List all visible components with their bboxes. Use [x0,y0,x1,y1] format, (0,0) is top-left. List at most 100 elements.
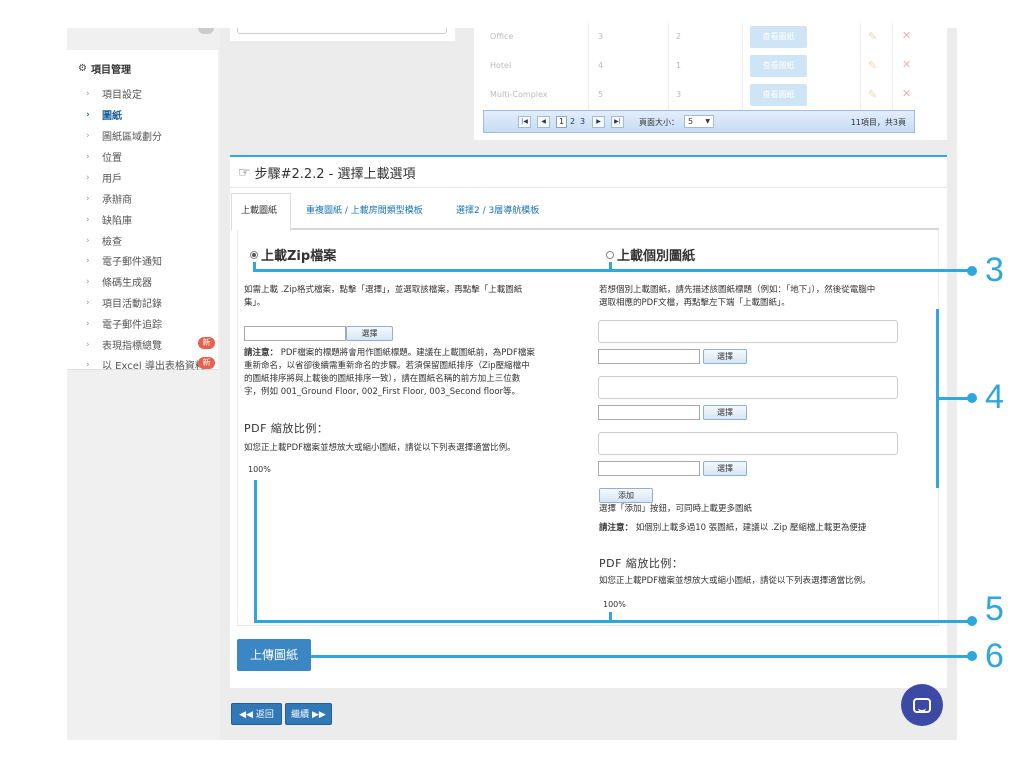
sidebar-item-inspections[interactable]: › 檢查 [86,233,122,249]
first-page-icon[interactable]: |◀ [518,116,531,128]
edit-pencil-icon[interactable]: ✎ [868,30,877,43]
zip-scale-title: PDF 縮放比例： [244,422,329,435]
callout-dot [967,393,977,403]
sidebar-item-users[interactable]: › 用戶 [86,170,122,186]
sidebar-item-email-tracking[interactable]: › 電子郵件追踪 [86,316,162,332]
single-note: 請注意： 如個別上載多過10 張圖紙，建議以 .Zip 壓縮檔上載更為便捷 [599,523,867,533]
edit-pencil-icon[interactable]: ✎ [868,59,877,72]
chevron-right-icon: › [86,151,90,162]
single-radio[interactable] [606,250,614,259]
sidebar-section-header[interactable]: ⚙ 項目管理 [78,61,131,76]
drawing-title-input-3[interactable] [598,432,898,455]
page-3-link[interactable]: 3 [580,117,585,126]
table-cell: 2 [676,32,682,41]
drawing-choose-button-2[interactable]: 選擇 [703,405,747,420]
sidebar-item-project-settings[interactable]: › 項目設定 [86,86,142,102]
zip-scale-select[interactable]: 100% [248,465,271,474]
sidebar-item-barcode-generator[interactable]: › 條碼生成器 [86,274,152,290]
zip-choose-button[interactable]: 選擇 [346,326,393,341]
page-1-button[interactable]: 1 [556,116,567,128]
zip-note: 請注意： PDF檔案的標題將會用作圖紙標題。建議在上載圖紙前，為PDF檔案 重新… [244,348,535,397]
table-cell: 3 [676,90,682,99]
chat-icon [913,697,931,713]
delete-x-icon[interactable]: ✕ [902,29,911,42]
edit-pencil-icon[interactable]: ✎ [868,88,877,101]
drawing-choose-button-1[interactable]: 選擇 [703,349,747,364]
drawing-file-field-1[interactable] [598,349,700,364]
sidebar-item-excel-export[interactable]: › 以 Excel 導出表格資料 [86,357,205,373]
page-2-link[interactable]: 2 [570,117,575,126]
single-scale-title: PDF 縮放比例： [599,557,684,570]
drawing-file-field-3[interactable] [598,461,700,476]
callout-5: 5 [985,590,1004,628]
back-button[interactable]: ◀◀ 返回 [231,703,282,725]
tab-duplicate-drawings[interactable]: 重複圖紙 / 上載房間類型模板 [306,203,423,216]
gears-icon: ⚙ [78,63,87,74]
sidebar-item-email-notifications[interactable]: › 電子郵件通知 [86,253,162,269]
zip-file-field[interactable] [244,326,346,341]
chevron-right-icon: › [86,359,90,370]
single-option[interactable]: 上載個別圖紙 [606,245,695,264]
zip-scale-description: 如您正上載PDF檔案並想放大或縮小圖紙，請從以下列表選擇適當比例。 [244,443,516,453]
chevron-right-icon: › [86,339,90,350]
table-cell-name: Office [490,32,514,41]
callout-line [253,269,974,272]
chevron-right-icon: › [86,88,90,99]
tab-upload-drawings[interactable]: 上載圖紙 [241,203,277,216]
table-pager: |◀ ◀ 1 2 3 ▶ ▶| 頁面大小： 5 ▼ 11項目，共3頁 [483,110,915,133]
sidebar-item-drawing-zones[interactable]: › 圖紙區域劃分 [86,128,162,144]
step-title: ☞ 步驟#2.2.2 - 選擇上載選項 [238,164,416,183]
double-chevron-left-icon: ◀◀ [239,710,253,720]
drawing-choose-button-3[interactable]: 選擇 [703,461,747,476]
add-drawing-button[interactable]: 添加 [599,488,653,503]
drawing-title-input-2[interactable] [598,376,898,399]
new-badge: 新 [198,357,215,369]
tab-navigation-template[interactable]: 選擇2 / 3層導航模板 [456,203,539,216]
top-left-input[interactable] [237,28,447,34]
single-scale-select[interactable]: 100% [603,600,626,609]
callout-3: 3 [985,251,1004,289]
drawing-title-input-1[interactable] [598,320,898,343]
chevron-right-icon: › [86,235,90,246]
sidebar-item-locations[interactable]: › 位置 [86,149,122,165]
table-cell-name: Multi-Complex [490,90,548,99]
prev-page-icon[interactable]: ◀ [537,116,550,128]
view-drawing-button[interactable]: 查看圖紙 [750,55,807,77]
sidebar-item-kpi-overview[interactable]: › 表現指標總覽 [86,337,162,353]
callout-line [254,480,257,623]
callout-4: 4 [985,378,1004,416]
callout-dot [967,266,977,276]
pager-summary: 11項目，共3頁 [850,118,906,127]
chat-launcher[interactable] [901,684,943,726]
drawing-file-field-2[interactable] [598,405,700,420]
next-button[interactable]: 繼續 ▶▶ [285,703,332,725]
page-size-select[interactable]: 5 ▼ [684,115,714,128]
zip-heading: 上載Zip檔案 [261,249,337,264]
dropdown-arrow-icon: ▼ [705,118,710,125]
chevron-right-icon: › [86,109,90,120]
table-cell: 3 [598,32,604,41]
view-drawing-button[interactable]: 查看圖紙 [750,84,807,106]
double-chevron-right-icon: ▶▶ [312,710,326,720]
view-drawing-button[interactable]: 查看圖紙 [750,26,807,48]
sidebar-item-defect-library[interactable]: › 缺陷庫 [86,212,132,228]
chevron-right-icon: › [86,193,90,204]
table-cell: 1 [676,61,682,70]
chevron-right-icon: › [86,255,90,266]
chevron-right-icon: › [86,276,90,287]
upload-drawings-button[interactable]: 上傳圖紙 [237,639,311,671]
table-cell: 5 [598,90,604,99]
sidebar-item-contractors[interactable]: › 承辦商 [86,191,132,207]
chevron-right-icon: › [86,130,90,141]
zip-option[interactable]: 上載Zip檔案 [250,245,336,264]
table-row: Multi-Complex 5 3 查看圖紙 ✎ ✕ [484,81,916,110]
next-page-icon[interactable]: ▶ [592,116,605,128]
chevron-right-icon: › [86,318,90,329]
zip-radio[interactable] [250,250,258,259]
delete-x-icon[interactable]: ✕ [902,58,911,71]
last-page-icon[interactable]: ▶| [611,116,624,128]
sidebar-item-activity-log[interactable]: › 項目活動記錄 [86,295,162,311]
callout-line [254,620,974,623]
delete-x-icon[interactable]: ✕ [902,87,911,100]
sidebar-item-drawings[interactable]: › 圖紙 [86,107,122,123]
